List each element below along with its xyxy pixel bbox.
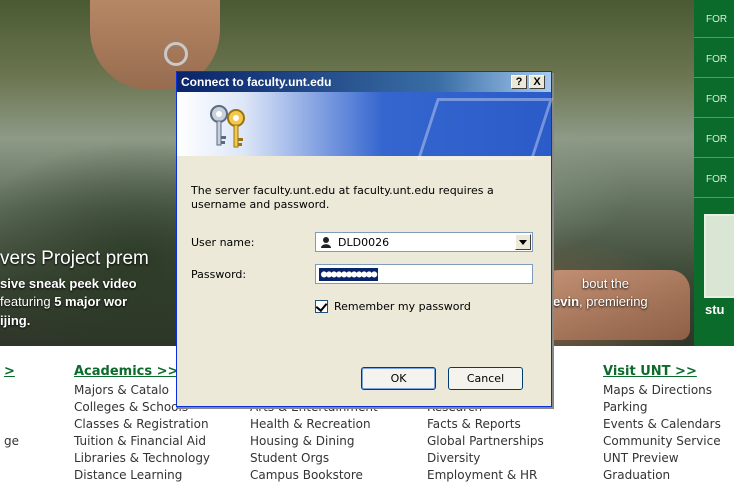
column-link[interactable]: UNT Preview [603, 450, 734, 467]
hero-caption-title[interactable]: vers Project prem [0, 248, 149, 270]
user-icon [321, 237, 331, 248]
hero-caption-line1-right: bout the [582, 276, 629, 291]
column-link[interactable]: Campus Bookstore [250, 467, 378, 484]
help-button[interactable]: ? [511, 75, 527, 89]
remember-password-checkbox[interactable] [315, 299, 328, 313]
login-dialog: Connect to faculty.unt.edu ? X The serve… [176, 71, 554, 407]
column-link[interactable]: ge [4, 433, 19, 450]
hero-caption-right-bold: evin [553, 294, 580, 309]
column-link[interactable]: Classes & Registration [74, 416, 210, 433]
column-link[interactable]: Parking [603, 399, 734, 416]
column-link[interactable]: Events & Calendars [603, 416, 734, 433]
column-heading-visit[interactable]: Visit UNT >> [603, 362, 734, 382]
side-nav-item[interactable]: FOR [694, 80, 734, 118]
password-field[interactable]: ●●●●●●●●●●● [315, 264, 533, 284]
column-link[interactable]: Global Partnerships [427, 433, 544, 450]
dialog-message: The server faculty.unt.edu at faculty.un… [191, 184, 494, 211]
links-column-about: Research Facts & Reports Global Partners… [427, 399, 544, 484]
column-link[interactable]: Libraries & Technology [74, 450, 210, 467]
side-nav-item[interactable]: FOR [694, 40, 734, 78]
links-column-0: > ge [4, 362, 19, 450]
column-link[interactable]: Housing & Dining [250, 433, 378, 450]
banner-decoration [416, 98, 554, 160]
dialog-titlebar[interactable]: Connect to faculty.unt.edu ? X [177, 72, 551, 92]
password-value: ●●●●●●●●●●● [319, 268, 379, 281]
hero-caption-bold2: 5 major wor [54, 294, 128, 309]
dialog-title: Connect to faculty.unt.edu [181, 75, 332, 89]
password-label: Password: [191, 268, 247, 281]
side-nav-item[interactable]: FOR [694, 160, 734, 198]
hero-caption-line2: featuring 5 major wor [0, 294, 127, 309]
hero-caption-line2-right: evin, premiering [553, 294, 648, 309]
hero-caption-bold: sive sneak peek video [0, 276, 137, 291]
remember-password-label[interactable]: Remember my password [334, 300, 471, 313]
chevron-down-icon[interactable] [515, 234, 531, 250]
column-link[interactable]: Community Service [603, 433, 734, 450]
ok-button[interactable]: OK [361, 367, 436, 390]
links-column-visit: Visit UNT >> Maps & Directions Parking E… [603, 362, 734, 484]
column-heading[interactable]: > [4, 362, 19, 382]
username-combobox[interactable]: DLD0026 [315, 232, 533, 252]
column-link[interactable]: Facts & Reports [427, 416, 544, 433]
hero-caption-line1: sive sneak peek video [0, 276, 137, 291]
hero-caption-line3: ijing. [0, 313, 31, 328]
side-promo-image[interactable] [704, 214, 734, 298]
column-link[interactable]: Health & Recreation [250, 416, 378, 433]
column-link[interactable]: Graduation [603, 467, 734, 484]
username-label: User name: [191, 236, 255, 249]
checkmark-icon [315, 299, 328, 313]
column-link[interactable]: Tuition & Financial Aid [74, 433, 210, 450]
column-link[interactable]: Diversity [427, 450, 544, 467]
side-nav-item[interactable]: FOR [694, 0, 734, 38]
hero-caption-right: , premiering [579, 294, 648, 309]
column-link[interactable]: Maps & Directions [603, 382, 734, 399]
column-link[interactable]: Employment & HR [427, 467, 544, 484]
earring-graphic [164, 42, 188, 66]
username-value: DLD0026 [338, 236, 390, 249]
keys-icon [210, 105, 245, 148]
side-promo-text[interactable]: stu [705, 302, 725, 317]
cancel-button[interactable]: Cancel [448, 367, 523, 390]
side-nav-item[interactable]: FOR [694, 120, 734, 158]
links-column-campus-life: Arts & Entertainment Health & Recreation… [250, 399, 378, 484]
hero-caption-prefix: featuring [0, 294, 55, 309]
column-link[interactable]: Student Orgs [250, 450, 378, 467]
column-link[interactable]: Distance Learning [74, 467, 210, 484]
dialog-banner [177, 92, 554, 160]
close-button[interactable]: X [529, 75, 545, 89]
